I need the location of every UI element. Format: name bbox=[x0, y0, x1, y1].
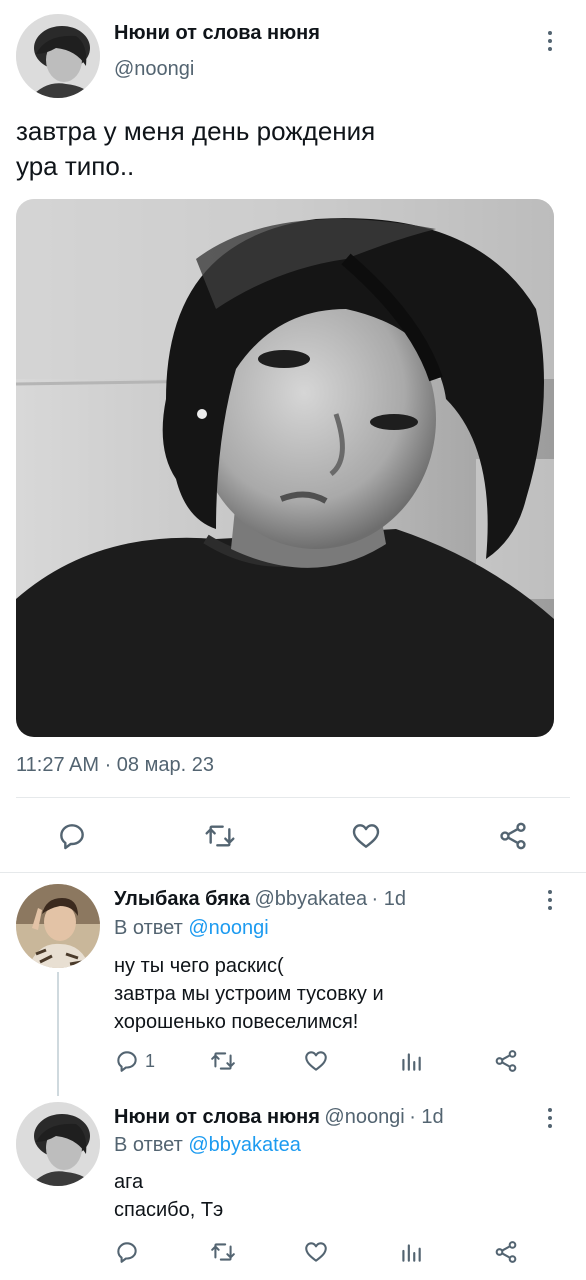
reply-icon[interactable] bbox=[56, 820, 88, 852]
tweet-timestamp[interactable]: 11:27 AM · 08 мар. 23 bbox=[16, 754, 214, 777]
reply-text: ага спасибо, Тэ bbox=[114, 1171, 224, 1221]
reply-header: Нюни от слова нюня @noongi · 1d bbox=[114, 1106, 444, 1129]
reply-time[interactable]: · 1d bbox=[409, 1106, 443, 1128]
tweet-photo[interactable] bbox=[16, 199, 554, 737]
tweet-text-line-2: ура типо.. bbox=[16, 151, 135, 181]
like-icon[interactable] bbox=[303, 1048, 329, 1074]
reply-to-prefix: В ответ bbox=[114, 917, 183, 939]
reply-header: Улыбака бяка @bbyakatea · 1d bbox=[114, 888, 406, 911]
tweet-text: завтра у меня день рождения ура типо.. bbox=[16, 114, 576, 184]
reply-author-name[interactable]: Нюни от слова нюня bbox=[114, 1106, 320, 1128]
reply-text: ну ты чего раскис( завтра мы устроим тус… bbox=[114, 955, 384, 1033]
analytics-icon[interactable] bbox=[398, 1239, 424, 1265]
timestamp-divider bbox=[16, 797, 570, 798]
reply-count: 1 bbox=[145, 1051, 156, 1071]
thread-line bbox=[57, 972, 59, 1096]
retweet-icon[interactable] bbox=[210, 1048, 236, 1074]
reply-author-name[interactable]: Улыбака бяка bbox=[114, 888, 250, 910]
tweet-text-line-1: завтра у меня день рождения bbox=[16, 116, 376, 146]
like-icon[interactable] bbox=[303, 1239, 329, 1265]
reply-to-handle[interactable]: @noongi bbox=[188, 917, 268, 939]
reply-avatar[interactable] bbox=[16, 1102, 100, 1186]
retweet-icon[interactable] bbox=[204, 820, 236, 852]
author-handle[interactable]: @noongi bbox=[114, 58, 194, 81]
reply-to-prefix: В ответ bbox=[114, 1134, 183, 1156]
reply-icon[interactable] bbox=[114, 1048, 140, 1074]
share-icon[interactable] bbox=[493, 1048, 519, 1074]
reply-author-handle[interactable]: @noongi bbox=[324, 1106, 404, 1128]
actions-divider bbox=[0, 872, 586, 873]
reply-avatar[interactable] bbox=[16, 884, 100, 968]
reply-to-line: В ответ @noongi bbox=[114, 917, 269, 940]
reply-icon[interactable] bbox=[114, 1239, 140, 1265]
more-options-icon[interactable] bbox=[538, 886, 562, 914]
retweet-icon[interactable] bbox=[210, 1239, 236, 1265]
reply-author-handle[interactable]: @bbyakatea bbox=[254, 888, 367, 910]
author-name[interactable]: Нюни от слова нюня bbox=[114, 22, 320, 45]
reply-time[interactable]: · 1d bbox=[372, 888, 406, 910]
share-icon[interactable] bbox=[497, 820, 529, 852]
reply-to-line: В ответ @bbyakatea bbox=[114, 1134, 301, 1157]
more-options-icon[interactable] bbox=[538, 27, 562, 55]
like-icon[interactable] bbox=[350, 820, 382, 852]
author-avatar[interactable] bbox=[16, 14, 100, 98]
analytics-icon[interactable] bbox=[398, 1048, 424, 1074]
more-options-icon[interactable] bbox=[538, 1104, 562, 1132]
reply-to-handle[interactable]: @bbyakatea bbox=[188, 1134, 301, 1156]
share-icon[interactable] bbox=[493, 1239, 519, 1265]
